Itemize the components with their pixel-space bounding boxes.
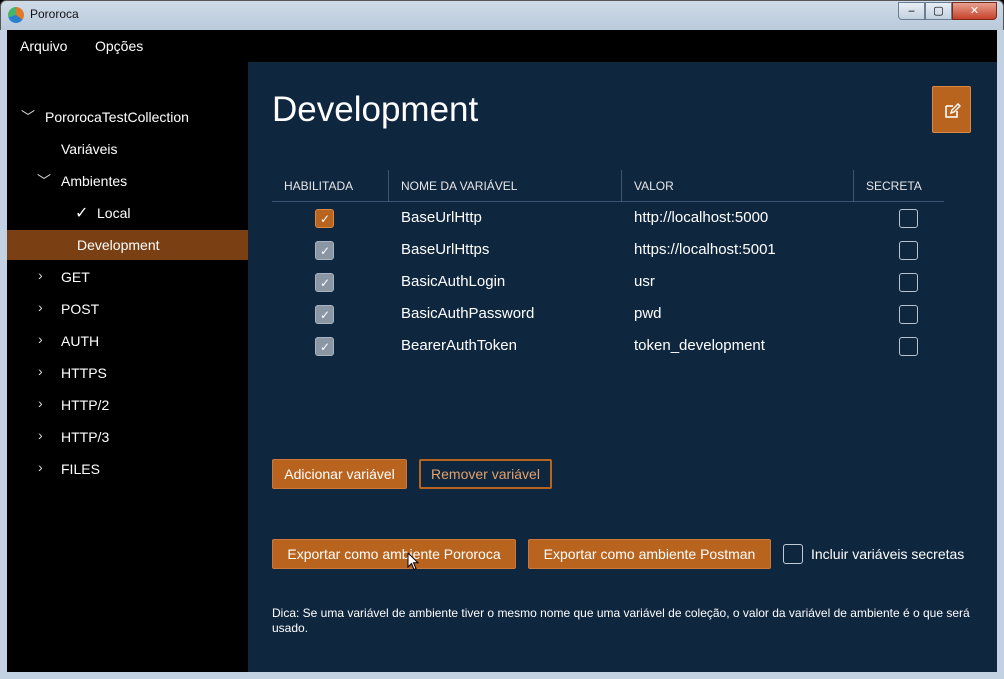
tree-item-folder-files[interactable]: › FILES [7,454,248,484]
variable-name-cell[interactable]: BearerAuthToken [401,330,517,362]
tree-item-env-development[interactable]: Development [7,230,248,260]
collection-tree: ﹀ PororocaTestCollection Variáveis ﹀ Amb… [7,62,248,672]
tree-item-label: HTTP/3 [61,429,110,445]
chevron-right-icon[interactable]: › [38,427,43,443]
variable-name-cell[interactable]: BaseUrlHttps [401,234,489,266]
menu-bar: Arquivo Opções [7,30,997,62]
tree-item-label: GET [61,269,90,285]
tree-item-label: FILES [61,461,100,477]
column-header-value[interactable]: VALOR [621,170,853,202]
tree-item-folder-auth[interactable]: › AUTH [7,326,248,356]
tip-text: Dica: Se uma variável de ambiente tiver … [272,606,970,635]
table-row[interactable]: ✓ BasicAuthPassword pwd [272,298,944,330]
tree-item-variables[interactable]: Variáveis [7,134,248,164]
column-header-name[interactable]: NOME DA VARIÁVEL [388,170,621,202]
environment-editor: Development HABILITADA NOME DA VARIÁVEL … [248,62,997,672]
tree-item-label: AUTH [61,333,100,349]
rename-environment-button[interactable] [932,86,971,133]
environment-name-title: Development [272,90,479,129]
title-bar: Pororoca ‒ ▢ ✕ [0,0,1004,30]
export-pororoca-button[interactable]: Exportar como ambiente Pororoca [272,539,516,569]
pororoca-app-icon [8,7,24,23]
edit-icon [945,103,961,118]
chevron-right-icon[interactable]: › [38,363,43,379]
chevron-right-icon[interactable]: › [38,459,43,475]
enabled-checkbox[interactable]: ✓ [315,209,334,228]
secret-checkbox[interactable] [899,209,918,228]
tree-item-label: Development [77,237,160,253]
tree-item-folder-http3[interactable]: › HTTP/3 [7,422,248,452]
tree-item-label: PororocaTestCollection [45,109,189,125]
variable-value-cell[interactable]: usr [634,266,655,298]
tree-item-label: Local [97,205,131,221]
chevron-right-icon[interactable]: › [38,267,43,283]
tree-item-collection[interactable]: ﹀ PororocaTestCollection [7,102,248,132]
secret-checkbox[interactable] [899,337,918,356]
check-icon: ✓ [320,340,331,354]
menu-opcoes[interactable]: Opções [95,38,143,54]
chevron-right-icon[interactable]: › [38,299,43,315]
table-header: HABILITADA NOME DA VARIÁVEL VALOR SECRET… [272,170,944,202]
minimize-button[interactable]: ‒ [898,2,925,20]
enabled-checkbox[interactable]: ✓ [315,305,334,324]
include-secrets-label[interactable]: Incluir variáveis secretas [811,546,964,562]
chevron-right-icon[interactable]: › [38,331,43,347]
window-title: Pororoca [30,7,79,21]
chevron-right-icon[interactable]: › [38,395,43,411]
variable-value-cell[interactable]: pwd [634,298,662,330]
close-button[interactable]: ✕ [952,2,997,20]
window-controls: ‒ ▢ ✕ [898,2,997,20]
check-icon: ✓ [320,212,331,226]
remove-variable-button[interactable]: Remover variável [419,459,552,489]
check-icon: ✓ [320,276,331,290]
tree-item-folder-https[interactable]: › HTTPS [7,358,248,388]
secret-checkbox[interactable] [899,305,918,324]
mouse-cursor-icon [407,552,419,571]
variable-value-cell[interactable]: https://localhost:5001 [634,234,776,266]
tree-item-label: Variáveis [61,141,118,157]
column-header-secret[interactable]: SECRETA [853,170,944,202]
column-header-enabled[interactable]: HABILITADA [272,170,388,202]
maximize-button[interactable]: ▢ [925,2,952,20]
chevron-down-icon[interactable]: ﹀ [21,107,35,127]
enabled-checkbox[interactable]: ✓ [315,241,334,260]
variable-value-cell[interactable]: http://localhost:5000 [634,202,768,234]
table-row[interactable]: ✓ BaseUrlHttp http://localhost:5000 [272,202,944,234]
tree-item-environments[interactable]: ﹀ Ambientes [7,166,248,196]
tree-item-env-local[interactable]: ✓ Local [7,198,248,228]
variables-table: HABILITADA NOME DA VARIÁVEL VALOR SECRET… [272,170,944,362]
table-row[interactable]: ✓ BasicAuthLogin usr [272,266,944,298]
tree-item-folder-get[interactable]: › GET [7,262,248,292]
variable-value-cell[interactable]: token_development [634,330,765,362]
variable-name-cell[interactable]: BaseUrlHttp [401,202,482,234]
check-icon: ✓ [320,244,331,258]
tree-item-folder-post[interactable]: › POST [7,294,248,324]
tree-item-label: HTTPS [61,365,107,381]
add-variable-button[interactable]: Adicionar variável [272,459,407,489]
tree-item-folder-http2[interactable]: › HTTP/2 [7,390,248,420]
enabled-checkbox[interactable]: ✓ [315,337,334,356]
chevron-down-icon[interactable]: ﹀ [37,171,51,191]
menu-arquivo[interactable]: Arquivo [20,38,67,54]
tree-item-label: HTTP/2 [61,397,110,413]
enabled-checkbox[interactable]: ✓ [315,273,334,292]
include-secrets-checkbox[interactable] [783,544,803,564]
tree-item-label: POST [61,301,100,317]
table-row[interactable]: ✓ BearerAuthToken token_development [272,330,944,362]
export-postman-button[interactable]: Exportar como ambiente Postman [528,539,771,569]
variable-name-cell[interactable]: BasicAuthPassword [401,298,534,330]
active-environment-check-icon: ✓ [75,205,89,222]
secret-checkbox[interactable] [899,241,918,260]
tree-item-label: Ambientes [61,173,128,189]
table-row[interactable]: ✓ BaseUrlHttps https://localhost:5001 [272,234,944,266]
variable-name-cell[interactable]: BasicAuthLogin [401,266,505,298]
secret-checkbox[interactable] [899,273,918,292]
check-icon: ✓ [320,308,331,322]
